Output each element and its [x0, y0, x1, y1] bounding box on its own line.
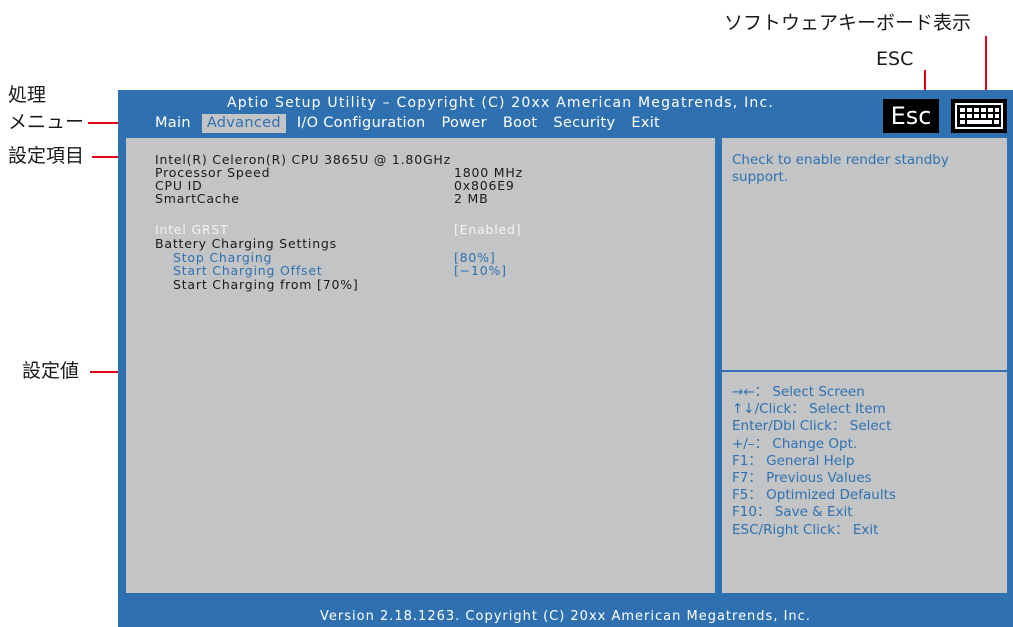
menu-security[interactable]: Security [548, 114, 620, 133]
esc-icon-label: Esc [890, 102, 932, 130]
leader-line-kbd-h [985, 36, 986, 37]
annotation-setting-items: 設定項目 [8, 145, 85, 167]
annotation-processing-menu-line2: メニュー [8, 111, 85, 133]
key-exit: ESC/Right Click： Exit [732, 521, 879, 538]
smartcache-label: SmartCache [155, 191, 240, 206]
key-select-screen: →←： Select Screen [732, 384, 865, 400]
help-panel: Check to enable render standby support. … [722, 138, 1007, 593]
bios-screen: Aptio Setup Utility – Copyright (C) 20xx… [118, 90, 1013, 627]
bios-main-frame: Intel(R) Celeron(R) CPU 3865U @ 1.80GHz … [118, 133, 1013, 607]
key-general-help: F1： General Help [732, 452, 855, 469]
key-change-opt: +/–： Change Opt. [732, 435, 858, 452]
battery-charging-section: Battery Charging Settings [155, 236, 337, 251]
start-charging-from: Start Charging from [70%] [173, 277, 359, 292]
bios-header: Aptio Setup Utility – Copyright (C) 20xx… [118, 90, 1013, 133]
annotation-esc: ESC [876, 48, 914, 70]
intel-grst-value[interactable]: [Enabled] [454, 223, 521, 237]
menu-io-configuration[interactable]: I/O Configuration [292, 114, 431, 133]
menu-power[interactable]: Power [436, 114, 491, 133]
key-select: Enter/Dbl Click： Select [732, 418, 892, 435]
esc-icon[interactable]: Esc [883, 99, 939, 133]
annotation-setting-value: 設定値 [22, 360, 80, 382]
keyboard-icon[interactable] [951, 99, 1007, 133]
menu-exit[interactable]: Exit [626, 114, 665, 133]
key-save-exit: F10： Save & Exit [732, 504, 853, 521]
intel-grst-label[interactable]: Intel GRST [155, 223, 229, 237]
annotation-software-keyboard: ソフトウェアキーボード表示 [724, 12, 972, 34]
help-text: Check to enable render standby support. [732, 152, 949, 185]
key-previous-values: F7： Previous Values [732, 469, 872, 486]
annotation-processing-menu-line1: 処理 [8, 84, 47, 106]
key-legend: →←： Select Screen ↑↓/Click： Select Item … [732, 384, 1002, 539]
help-divider [722, 370, 1007, 372]
smartcache-value: 2 MB [454, 191, 489, 206]
key-select-item: ↑↓/Click： Select Item [732, 401, 886, 418]
menu-main[interactable]: Main [150, 114, 196, 133]
bios-menu: Main Advanced I/O Configuration Power Bo… [150, 114, 671, 133]
settings-panel: Intel(R) Celeron(R) CPU 3865U @ 1.80GHz … [126, 138, 715, 593]
menu-advanced[interactable]: Advanced [201, 114, 286, 133]
start-charging-offset-label[interactable]: Start Charging Offset [173, 264, 323, 278]
bios-title: Aptio Setup Utility – Copyright (C) 20xx… [226, 95, 775, 111]
bios-footer: Version 2.18.1263. Copyright (C) 20xx Am… [118, 607, 1013, 627]
start-charging-offset-value[interactable]: [−10%] [454, 264, 507, 278]
key-optimized-defaults: F5： Optimized Defaults [732, 487, 896, 504]
menu-boot[interactable]: Boot [498, 114, 543, 133]
